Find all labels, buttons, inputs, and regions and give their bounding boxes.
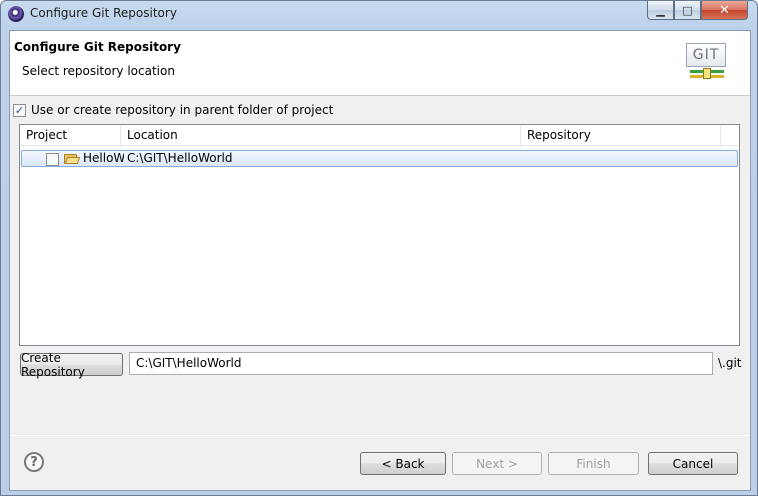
column-header-repository[interactable]: Repository bbox=[521, 125, 721, 146]
close-button[interactable]: ✕ bbox=[701, 1, 748, 20]
column-header-project[interactable]: Project bbox=[20, 125, 121, 146]
page-title: Configure Git Repository bbox=[14, 40, 181, 54]
git-suffix-label: \.git bbox=[718, 356, 742, 370]
footer-separator bbox=[10, 435, 750, 436]
title-bar[interactable]: Configure Git Repository ▁ □ ✕ bbox=[1, 1, 757, 27]
window-title: Configure Git Repository bbox=[30, 6, 177, 20]
page-description: Select repository location bbox=[22, 64, 175, 78]
minimize-button[interactable]: ▁ bbox=[647, 1, 674, 20]
close-icon: ✕ bbox=[719, 2, 730, 18]
help-icon[interactable]: ? bbox=[24, 452, 44, 472]
use-parent-label: Use or create repository in parent folde… bbox=[31, 103, 334, 117]
git-logo-text: GIT bbox=[686, 43, 726, 67]
wizard-banner: Configure Git Repository Select reposito… bbox=[10, 31, 750, 96]
cell-location: C:\GIT\HelloWorld bbox=[127, 151, 233, 165]
maximize-button[interactable]: □ bbox=[674, 1, 701, 20]
git-logo-icon: GIT bbox=[686, 43, 730, 83]
back-button[interactable]: < Back bbox=[360, 452, 446, 475]
use-parent-checkbox[interactable]: ✓ bbox=[13, 103, 26, 117]
column-header-location[interactable]: Location bbox=[121, 125, 521, 146]
table-header: Project Location Repository bbox=[20, 125, 739, 146]
dialog-client-area: Configure Git Repository Select reposito… bbox=[9, 30, 751, 491]
row-checkbox[interactable] bbox=[46, 153, 59, 166]
folder-open-icon bbox=[64, 153, 81, 164]
finish-button[interactable]: Finish bbox=[548, 452, 639, 475]
logo-knob bbox=[703, 68, 711, 79]
cancel-button[interactable]: Cancel bbox=[648, 452, 738, 475]
eclipse-app-icon bbox=[8, 6, 24, 22]
repository-path-input[interactable]: C:\GIT\HelloWorld bbox=[129, 352, 713, 375]
maximize-icon: □ bbox=[682, 3, 693, 17]
dialog-window: Configure Git Repository ▁ □ ✕ Configure… bbox=[0, 0, 758, 496]
next-button[interactable]: Next > bbox=[452, 452, 542, 475]
use-parent-option[interactable]: ✓ Use or create repository in parent fol… bbox=[13, 103, 333, 117]
minimize-icon: ▁ bbox=[656, 3, 665, 17]
cell-project: HelloWorld bbox=[83, 151, 124, 165]
column-header-filler bbox=[721, 125, 739, 146]
project-table[interactable]: Project Location Repository HelloWorld C… bbox=[19, 124, 740, 346]
table-row[interactable]: HelloWorld C:\GIT\HelloWorld bbox=[21, 150, 738, 167]
create-repository-button[interactable]: Create Repository bbox=[20, 351, 123, 379]
